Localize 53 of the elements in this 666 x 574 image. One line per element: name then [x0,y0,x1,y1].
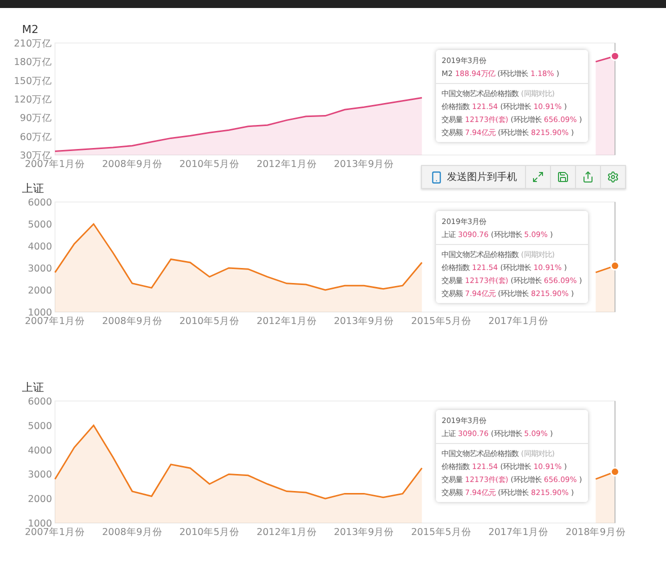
axis-label: 3000 [28,470,52,481]
axis-label: 2000 [28,494,52,506]
axis-label: 2012年1月份 [256,527,317,538]
axis-label: 30万亿 [20,150,52,162]
axis-label: 5000 [28,220,52,230]
axis-label: 2007年1月份 [24,527,86,538]
axis-label: 120万亿 [14,94,52,106]
axis-label: 2018年9月份 [566,527,626,538]
axis-label: 2012年1月份 [256,316,317,327]
axis-label: 2007年1月份 [24,316,86,327]
axis-label: 210万亿 [14,38,52,50]
chart-title: M2 [22,22,38,37]
axis-label: 2017年1月份 [488,527,549,538]
axis-label: 90万亿 [20,113,52,124]
share-button[interactable] [575,166,600,188]
axis-label: 4000 [28,445,52,456]
axis-label: 6000 [28,198,52,208]
save-icon [557,171,569,183]
axis-label: 5000 [28,420,52,432]
axis-label: 2010年5月份 [179,527,240,538]
phone-icon [430,170,443,184]
chart-title: 上证 [22,181,44,196]
fullscreen-button[interactable] [525,166,550,188]
axis-label: 4000 [28,242,52,252]
share-icon [582,171,594,183]
axis-label: 180万亿 [14,57,52,68]
axis-label: 60万亿 [20,132,52,143]
axis-label: 2008年9月份 [102,527,162,538]
settings-button[interactable] [600,166,625,188]
axis-label: 2017年1月份 [488,316,549,327]
axis-label: 2012年1月份 [256,159,317,170]
axis-label: 2013年9月份 [334,527,394,538]
axis-label: 2008年9月份 [102,159,162,170]
axis-label: 2010年5月份 [179,159,240,170]
axis-label: 1000 [28,308,52,318]
axis-label: 2013年9月份 [334,159,394,170]
axis-label: 6000 [28,396,52,408]
axis-label: 2010年5月份 [179,316,240,327]
send-to-phone-button[interactable]: 发送图片到手机 [422,166,525,188]
chart-title: 上证 [22,380,44,395]
axis-label: 2000 [28,286,52,296]
settings-icon [607,171,619,183]
axis-label: 2008年9月份 [102,316,162,327]
axis-label: 2015年5月份 [411,316,472,327]
axis-label: 2013年9月份 [334,316,394,327]
axis-label: 2007年1月份 [24,159,86,170]
axis-label: 150万亿 [14,76,52,87]
expand-icon [532,171,544,183]
highlight-dot [610,51,620,61]
axis-label: 3000 [28,264,52,274]
axis-label: 2015年5月份 [411,527,472,538]
axis-label: 1000 [28,518,52,530]
save-button[interactable] [550,166,575,188]
